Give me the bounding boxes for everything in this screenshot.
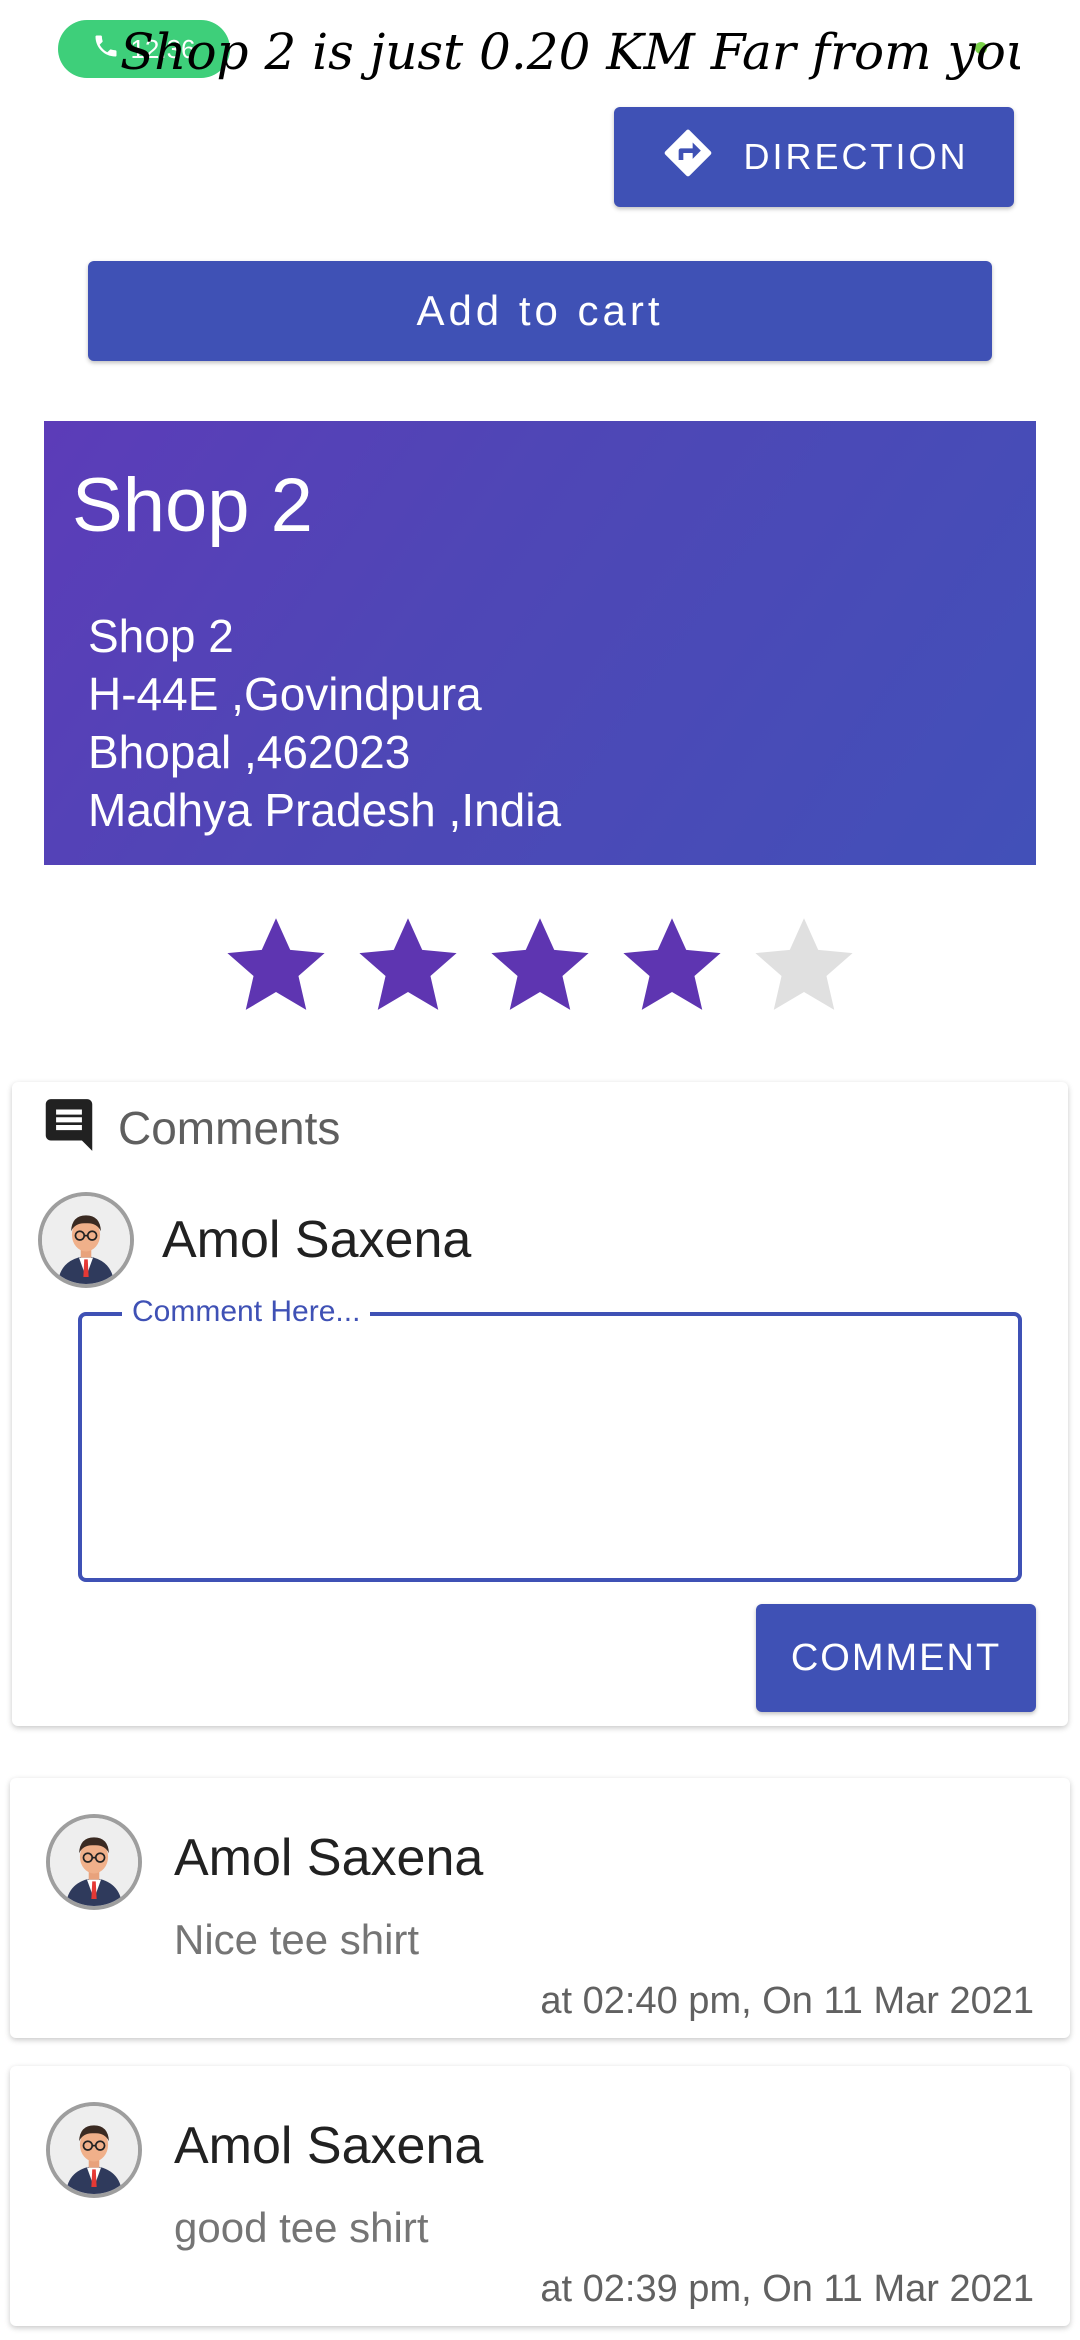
shop-address: Shop 2 H-44E ,Govindpura Bhopal ,462023 … (88, 607, 561, 839)
avatar (46, 2102, 142, 2198)
address-line: H-44E ,Govindpura (88, 668, 482, 720)
current-user-name: Amol Saxena (162, 1211, 472, 1269)
comments-title: Comments (118, 1101, 341, 1154)
shop-title: Shop 2 (72, 463, 313, 548)
user-avatar-icon (50, 1818, 138, 1906)
review-text: Nice tee shirt (174, 1916, 420, 1963)
address-line: Madhya Pradesh ,India (88, 784, 562, 836)
star-filled-icon[interactable] (221, 910, 331, 1030)
direction-button[interactable]: DIRECTION (614, 107, 1014, 207)
address-line: Bhopal ,462023 (88, 726, 411, 778)
add-to-cart-button[interactable]: Add to cart (88, 261, 992, 361)
directions-icon (660, 125, 716, 190)
comments-header: Comments (38, 1094, 340, 1161)
comment-input-label: Comment Here... (122, 1295, 371, 1329)
comment-icon (38, 1094, 100, 1161)
avatar (46, 1814, 142, 1910)
review-text: good tee shirt (174, 2204, 429, 2251)
review-timestamp: at 02:39 pm, On 11 Mar 2021 (540, 2268, 1034, 2310)
current-user: Amol Saxena (38, 1192, 471, 1288)
star-filled-icon[interactable] (617, 910, 727, 1030)
shop-banner: Shop 2 Shop 2 H-44E ,Govindpura Bhopal ,… (44, 421, 1036, 865)
comment-input[interactable] (78, 1312, 1022, 1582)
distance-headline: Shop 2 is just 0.20 KM Far from you. (120, 23, 1020, 81)
address-line: Shop 2 (88, 610, 234, 662)
avatar (38, 1192, 134, 1288)
review-card: Amol Saxena good tee shirt at 02:39 pm, … (10, 2066, 1070, 2326)
user-avatar-icon (42, 1196, 130, 1284)
review-timestamp: at 02:40 pm, On 11 Mar 2021 (540, 1980, 1034, 2022)
review-author: Amol Saxena (174, 2117, 484, 2175)
star-empty-icon[interactable] (749, 910, 859, 1030)
user-avatar-icon (50, 2106, 138, 2194)
direction-label: DIRECTION (743, 136, 969, 177)
star-filled-icon[interactable] (353, 910, 463, 1030)
star-filled-icon[interactable] (485, 910, 595, 1030)
review-card: Amol Saxena Nice tee shirt at 02:40 pm, … (10, 1778, 1070, 2038)
review-author: Amol Saxena (174, 1829, 484, 1887)
comments-card: Comments Amol Saxena Comment Here... COM… (12, 1082, 1068, 1726)
rating-stars[interactable] (0, 910, 1080, 1030)
phone-icon (92, 32, 120, 67)
comment-submit-button[interactable]: COMMENT (756, 1604, 1036, 1712)
